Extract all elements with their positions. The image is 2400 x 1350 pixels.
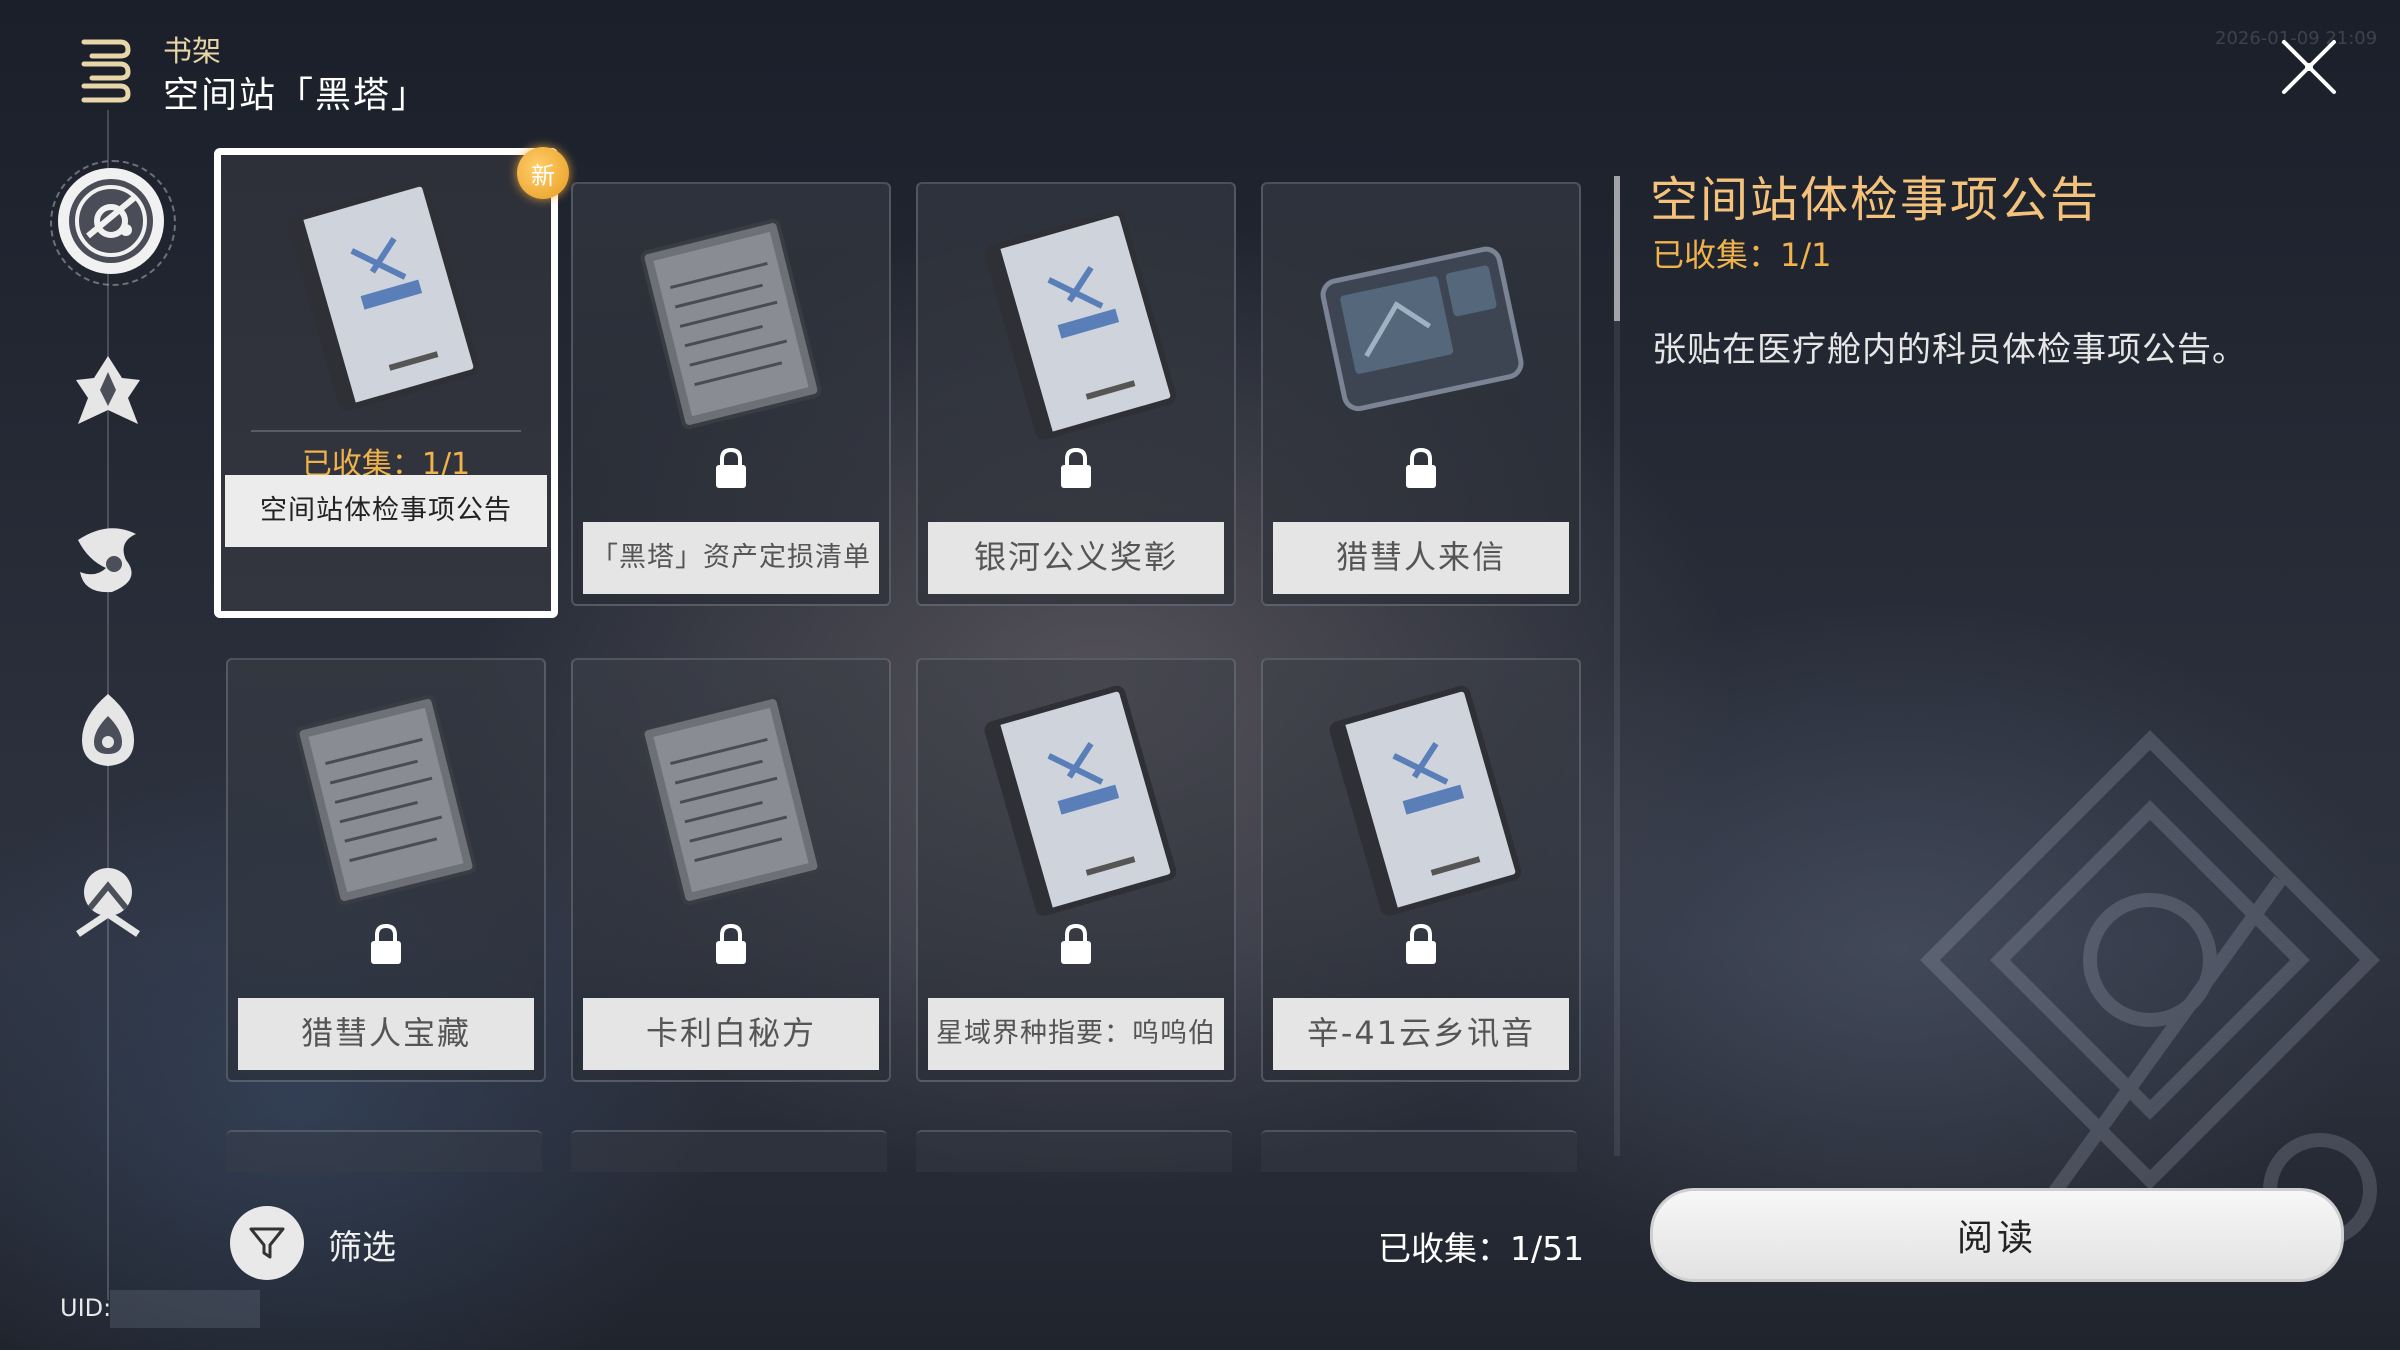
sidebar-item-jarilo[interactable] — [58, 340, 158, 440]
note-sheet-icon — [295, 695, 477, 905]
card-divider — [251, 430, 521, 432]
lock-icon — [1061, 923, 1091, 964]
sidebar-item-xianzhou[interactable] — [58, 510, 158, 610]
uid-label: UID: — [60, 1294, 112, 1322]
book-title: 猎彗人宝藏 — [238, 998, 534, 1070]
filter-label[interactable]: 筛选 — [328, 1220, 396, 1269]
detail-collected: 已收集：1/1 — [1652, 236, 1832, 274]
breadcrumb-section: 书架 — [163, 34, 222, 68]
book-card[interactable]: 星域界种指要：呜呜伯 — [916, 658, 1236, 1082]
penacony-icon — [82, 694, 134, 766]
page-title: 空间站「黑塔」 — [163, 75, 430, 116]
detail-scrollbar[interactable] — [1614, 176, 1620, 1156]
total-collected: 已收集：1/51 — [1378, 1229, 1585, 1268]
tablet-icon — [1320, 246, 1524, 412]
sidebar-item-misc-world[interactable] — [58, 850, 158, 950]
book-card[interactable]: 猎彗人宝藏 — [226, 658, 546, 1082]
uid-value-mask — [110, 1290, 260, 1328]
misc-world-icon — [76, 868, 140, 937]
sidebar-item-herta-space-station[interactable] — [58, 168, 164, 274]
notebook-icon — [287, 180, 480, 411]
lock-icon — [1406, 923, 1436, 964]
jarilo-icon — [76, 356, 140, 424]
book-title: 星域界种指要：呜呜伯 — [928, 998, 1224, 1070]
notebook-icon — [984, 685, 1177, 916]
book-title: 「黑塔」资产定损清单 — [583, 522, 879, 594]
book-card[interactable]: 猎彗人来信 — [1261, 182, 1581, 606]
card-row-peek — [916, 1130, 1232, 1172]
close-button[interactable] — [2278, 36, 2340, 98]
book-card[interactable]: 辛-41云乡讯音 — [1261, 658, 1581, 1082]
bookshelf-icon — [81, 39, 131, 103]
detail-scroll-thumb[interactable] — [1614, 176, 1620, 321]
card-row-peek — [571, 1130, 887, 1172]
notebook-icon — [984, 209, 1177, 440]
filter-icon — [249, 1227, 285, 1259]
book-title: 辛-41云乡讯音 — [1273, 998, 1569, 1070]
book-title: 银河公义奖彰 — [928, 522, 1224, 594]
book-card[interactable]: 银河公义奖彰 — [916, 182, 1236, 606]
detail-title: 空间站体检事项公告 — [1650, 172, 2101, 228]
book-card[interactable]: 「黑塔」资产定损清单 — [571, 182, 891, 606]
detail-description: 张贴在医疗舱内的科员体检事项公告。 — [1652, 330, 2247, 370]
xianzhou-icon — [78, 528, 136, 593]
read-button[interactable]: 阅读 — [1650, 1188, 2344, 1282]
card-row-peek — [226, 1130, 542, 1172]
lock-icon — [716, 447, 746, 488]
book-card[interactable]: 卡利白秘方 — [571, 658, 891, 1082]
lock-icon — [1061, 447, 1091, 488]
note-sheet-icon — [640, 695, 822, 905]
notebook-icon — [1329, 685, 1522, 916]
book-title: 空间站体检事项公告 — [225, 475, 547, 547]
book-title: 卡利白秘方 — [583, 998, 879, 1070]
lock-icon — [1406, 447, 1436, 488]
filter-button[interactable] — [230, 1206, 304, 1280]
book-card[interactable]: 已收集：1/1 新空间站体检事项公告 — [214, 147, 569, 618]
herta-space-station-icon — [69, 179, 153, 263]
note-sheet-icon — [640, 219, 822, 429]
lock-icon — [371, 923, 401, 964]
card-row-peek — [1261, 1130, 1577, 1172]
book-title: 猎彗人来信 — [1273, 522, 1569, 594]
sidebar-item-penacony[interactable] — [58, 680, 158, 780]
new-badge: 新 — [517, 147, 569, 199]
lock-icon — [716, 923, 746, 964]
